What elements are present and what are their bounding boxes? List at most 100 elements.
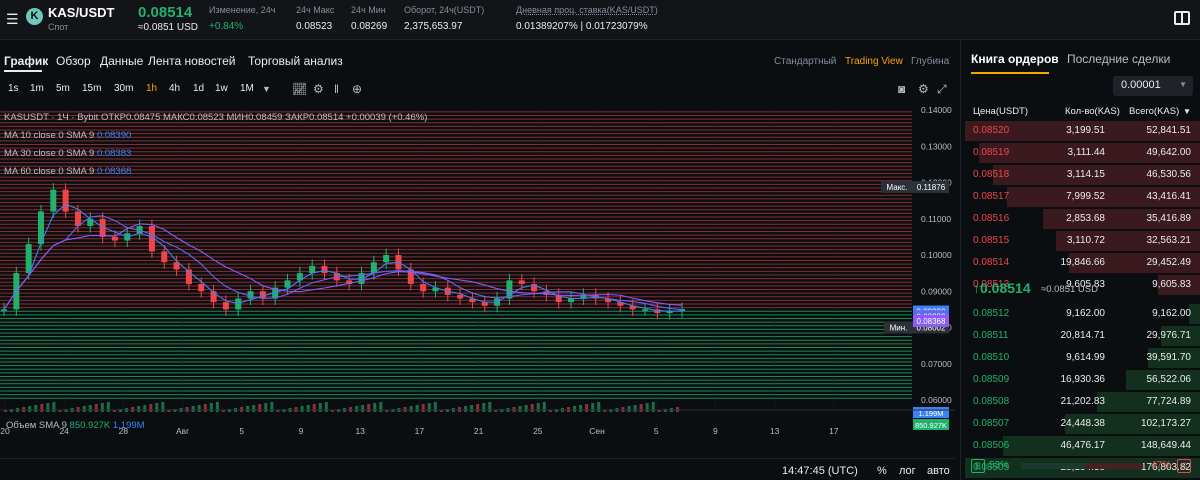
x-tick-label: Авг <box>176 426 189 436</box>
tf-1m[interactable]: 1m <box>30 83 44 94</box>
volume-bar <box>409 406 413 412</box>
log-toggle[interactable]: лог <box>899 465 916 477</box>
indicator-icon[interactable]: ⚙︎ <box>313 82 324 96</box>
chevron-down-icon[interactable]: ▼ <box>262 84 271 94</box>
settings-icon[interactable]: ⚙ <box>918 82 929 96</box>
ask-price: 0.08516 <box>973 213 1010 224</box>
volume-bar <box>530 404 534 412</box>
bid-total: 56,522.06 <box>1146 374 1192 385</box>
ask-row[interactable]: 0.08514 19,846.66 29,452.49 <box>961 252 1200 274</box>
tab-recent-trades[interactable]: Последние сделки <box>1067 52 1170 66</box>
tf-1d[interactable]: 1d <box>193 83 204 94</box>
volume-bar <box>579 405 583 412</box>
view-tradingview[interactable]: Trading View <box>845 56 903 67</box>
tf-15m[interactable]: 15m <box>82 83 101 94</box>
candle-body <box>161 251 168 263</box>
volume-bar <box>155 403 159 412</box>
volume-bar <box>476 404 480 412</box>
bid-total: 77,724.89 <box>1146 396 1192 407</box>
tf-1M[interactable]: 1M <box>240 83 254 94</box>
line-chart-icon[interactable]: 📈︎ <box>292 82 307 96</box>
stat-low-value: 0.08269 <box>351 21 388 32</box>
percent-toggle[interactable]: % <box>877 465 887 477</box>
tf-4h[interactable]: 4h <box>169 83 180 94</box>
bid-row[interactable]: 0.08506 46,476.17 148,649.44 <box>961 435 1200 457</box>
bid-row[interactable]: 0.08512 9,162.00 9,162.00 <box>961 303 1200 325</box>
x-tick-label: 5 <box>654 426 659 436</box>
volume-bar <box>355 406 359 412</box>
ask-price: 0.08515 <box>973 235 1010 246</box>
header-price: Цена(USDT) <box>973 106 1029 117</box>
tab-analysis[interactable]: Торговый анализ <box>248 54 343 68</box>
volume-bar <box>143 405 147 412</box>
bid-price: 0.08506 <box>973 440 1010 451</box>
ask-row[interactable]: 0.08515 3,110.72 32,563.21 <box>961 230 1200 252</box>
stat-turnover-label: Оборот, 24ч(USDT) <box>404 5 485 15</box>
stat-change-value: +0.84% <box>209 21 244 32</box>
tf-1s[interactable]: 1s <box>8 83 19 94</box>
ask-price: 0.08514 <box>973 257 1010 268</box>
tab-chart[interactable]: График <box>4 54 48 68</box>
tf-1h[interactable]: 1h <box>146 83 157 94</box>
volume-bar <box>100 403 104 412</box>
book-icon[interactable] <box>1174 11 1190 25</box>
pair-title[interactable]: KAS/USDT <box>48 5 114 20</box>
bid-row[interactable]: 0.08508 21,202.83 77,724.89 <box>961 391 1200 413</box>
timeframe-toolbar: 1s 1m 5m 15m 30m 1h 4h 1d 1w 1M ▼ 📈︎ ⚙︎ … <box>0 80 955 98</box>
tab-data[interactable]: Данные <box>100 54 143 68</box>
ask-row[interactable]: 0.08518 3,114.15 46,530.56 <box>961 164 1200 186</box>
ask-price: 0.08519 <box>973 147 1010 158</box>
auto-toggle[interactable]: авто <box>927 465 950 477</box>
bid-row[interactable]: 0.08510 9,614.99 39,591.70 <box>961 347 1200 369</box>
candle-body <box>420 284 427 292</box>
volume-bar <box>427 403 431 412</box>
volume-bar <box>203 404 207 412</box>
view-depth[interactable]: Глубина <box>911 56 949 67</box>
volume-bar <box>367 404 371 412</box>
fullscreen-icon[interactable]: ⤢ <box>937 82 947 97</box>
view-standard[interactable]: Стандартный <box>774 56 836 67</box>
volume-bar <box>300 406 304 412</box>
tf-1w[interactable]: 1w <box>215 83 228 94</box>
tf-5m[interactable]: 5m <box>56 83 70 94</box>
x-tick-label: 21 <box>474 426 484 436</box>
precision-select[interactable]: 0.00001 ▼ <box>1113 76 1193 96</box>
candle-body <box>50 189 57 212</box>
candles-icon[interactable]: ‖ <box>334 82 339 96</box>
sort-caret-icon[interactable]: ▼ <box>1183 107 1191 116</box>
ask-row[interactable]: 0.08517 7,999.52 43,416.41 <box>961 186 1200 208</box>
volume-bar <box>361 405 365 412</box>
bid-row[interactable]: 0.08511 20,814.71 29,976.71 <box>961 325 1200 347</box>
tab-orderbook[interactable]: Книга ордеров <box>971 52 1059 66</box>
x-tick-label: 9 <box>713 426 718 436</box>
ma10-legend: MA 10 close 0 SMA 9 0.08390 <box>4 130 132 141</box>
market-type: Спот <box>48 22 69 32</box>
bid-row[interactable]: 0.08509 16,930.36 56,522.06 <box>961 369 1200 391</box>
volume-bar <box>94 404 98 412</box>
volume-bar <box>470 405 474 412</box>
ask-row[interactable]: 0.08520 3,199.51 52,841.51 <box>961 120 1200 142</box>
bid-qty: 24,448.38 <box>1060 418 1106 429</box>
bid-price: 0.08509 <box>973 374 1010 385</box>
bid-row[interactable]: 0.08507 24,448.38 102,173.27 <box>961 413 1200 435</box>
chart-canvas[interactable]: 0.140000.130000.120000.110000.100000.090… <box>0 100 955 440</box>
plus-icon[interactable]: ⊕ <box>352 82 362 96</box>
max-value-badge: 0.11876 <box>917 183 946 192</box>
min-tag: Мин. <box>890 323 908 332</box>
tf-30m[interactable]: 30m <box>114 83 133 94</box>
ask-row[interactable]: 0.08516 2,853.68 35,416.89 <box>961 208 1200 230</box>
camera-icon[interactable]: ◙ <box>898 82 905 96</box>
tab-overview[interactable]: Обзор <box>56 54 91 68</box>
y-tick-label: 0.11000 <box>921 214 951 224</box>
ask-row[interactable]: 0.08519 3,111.44 49,642.00 <box>961 142 1200 164</box>
stat-rate-label[interactable]: Дневная проц. ставка(KAS/USDT) <box>516 5 658 15</box>
candle-body <box>222 302 229 310</box>
y-tick-label: 0.06000 <box>921 395 952 405</box>
volume-bar <box>88 405 92 412</box>
stat-change-label: Изменение, 24ч <box>209 5 276 15</box>
menu-icon[interactable]: ☰ <box>6 12 20 26</box>
ask-price: 0.08517 <box>973 191 1010 202</box>
price-chart[interactable]: 0.140000.130000.120000.110000.100000.090… <box>0 100 955 440</box>
tab-news[interactable]: Лента новостей <box>148 54 236 68</box>
ask-qty: 3,114.15 <box>1066 169 1105 180</box>
